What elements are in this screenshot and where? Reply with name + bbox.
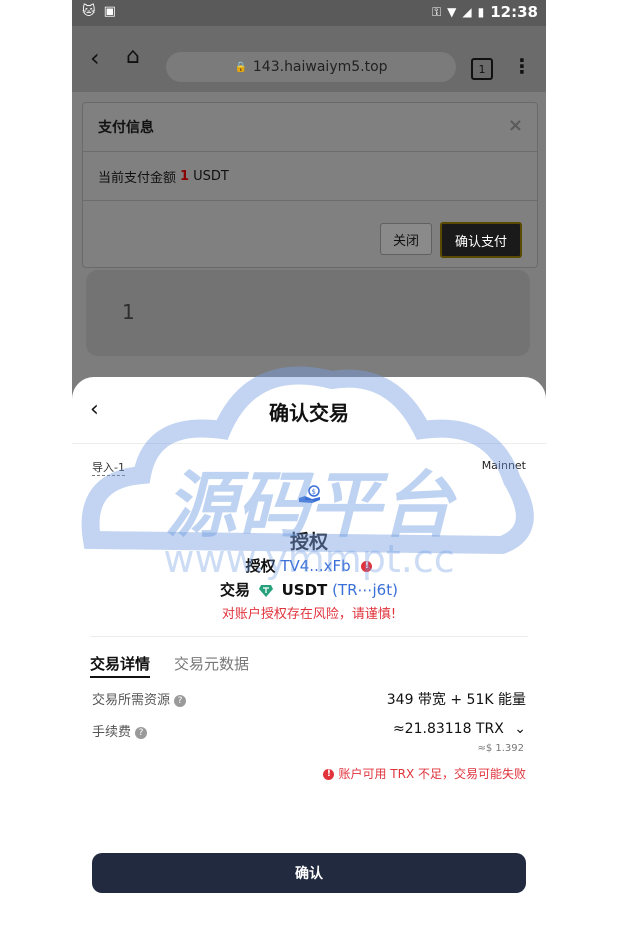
dialog-title: 支付信息 (98, 120, 154, 136)
amount-input[interactable]: 1 (86, 270, 530, 356)
phone-screen: 🐱 ▣ ⚿ ▼ ◢ ▮ 12:38 ‹ ⌂ 🔒 143.haiwaiym5.to… (72, 0, 546, 944)
fee-value-row[interactable]: ≈21.83118 TRX ⌄ (393, 721, 526, 737)
url-text: 143.haiwaiym5.top (252, 59, 388, 75)
account-name[interactable]: 导入-1 (92, 459, 125, 476)
token-symbol: USDT (281, 581, 328, 599)
back-arrow-icon[interactable]: ‹ (90, 44, 100, 72)
approve-line: 授权 TV4...xFb ! (72, 555, 546, 576)
wifi-icon: ▼ (447, 5, 457, 19)
alert-icon: ! (361, 561, 373, 572)
right-margin (546, 0, 619, 944)
amount-input-value: 1 (122, 300, 135, 324)
resources-row-label: 交易所需资源? (92, 689, 187, 708)
trade-label: 交易 (220, 581, 251, 599)
app-notification-icon: ▣ (103, 4, 116, 19)
cat-notification-icon: 🐱 (82, 4, 96, 19)
tab-transaction-details[interactable]: 交易详情 (90, 653, 151, 678)
resources-label: 交易所需资源 (92, 693, 171, 708)
network-name: Mainnet (481, 459, 526, 472)
approve-hand-icon: $ (299, 485, 320, 503)
fee-row-label: 手续费? (92, 721, 148, 740)
key-icon: ⚿ (432, 4, 442, 19)
left-margin (0, 0, 72, 944)
status-time: 12:38 (490, 3, 538, 21)
help-icon[interactable]: ? (174, 694, 187, 707)
confirm-transaction-sheet: ‹ 确认交易 导入-1 Mainnet $ 授权 授权 TV4...xFb ! … (72, 377, 546, 944)
svg-text:$: $ (312, 488, 316, 496)
url-bar[interactable]: 🔒 143.haiwaiym5.top (166, 52, 456, 82)
lock-icon: 🔒 (234, 61, 247, 73)
chevron-down-icon[interactable]: ⌄ (514, 721, 526, 737)
close-button[interactable]: 关闭 (380, 223, 432, 255)
status-bar: 🐱 ▣ ⚿ ▼ ◢ ▮ 12:38 (72, 0, 546, 26)
fee-usd: ≈$ 1.392 (477, 743, 524, 754)
approve-label: 授权 (245, 557, 276, 575)
amount-value: 1 (180, 168, 190, 184)
amount-label: 当前支付金额 (98, 170, 177, 186)
sheet-divider (72, 443, 546, 444)
section-title: 授权 (289, 531, 328, 553)
browser-toolbar: ‹ ⌂ 🔒 143.haiwaiym5.top 1 ⋮ (72, 26, 546, 92)
dialog-body: 当前支付金额 1 USDT (83, 152, 537, 201)
more-menu-icon[interactable]: ⋮ (512, 54, 532, 78)
usdt-token-icon (258, 584, 273, 597)
signal-icon: ◢ (462, 5, 472, 19)
fee-label: 手续费 (92, 725, 132, 740)
confirm-payment-button[interactable]: 确认支付 (440, 222, 522, 258)
trade-line: 交易 USDT (TR⋯j6t) (72, 579, 546, 600)
fee-value: ≈21.83118 TRX (392, 721, 504, 737)
risk-warning: 对账户授权存在风险，请谨慎! (221, 607, 397, 622)
confirm-button[interactable]: 确认 (92, 853, 526, 893)
dialog-close-icon[interactable]: × (508, 115, 523, 136)
amount-unit: USDT (193, 168, 229, 184)
tab-switcher-button[interactable]: 1 (471, 58, 493, 80)
error-icon: ! (323, 769, 335, 780)
details-divider (90, 636, 528, 637)
payment-dialog: 支付信息 × 当前支付金额 1 USDT 关闭 确认支付 (82, 102, 538, 268)
battery-icon: ▮ (477, 5, 485, 19)
resources-value: 349 带宽 + 51K 能量 (386, 692, 526, 708)
help-icon[interactable]: ? (135, 726, 148, 739)
token-address[interactable]: (TR⋯j6t) (332, 581, 398, 599)
home-icon[interactable]: ⌂ (126, 44, 140, 69)
insufficient-text: 账户可用 TRX 不足，交易可能失败 (338, 767, 526, 781)
tab-transaction-metadata[interactable]: 交易元数据 (174, 653, 249, 674)
approve-address[interactable]: TV4...xFb (280, 557, 350, 575)
sheet-title: 确认交易 (269, 401, 349, 425)
insufficient-balance-warning: ! 账户可用 TRX 不足，交易可能失败 (323, 765, 526, 782)
